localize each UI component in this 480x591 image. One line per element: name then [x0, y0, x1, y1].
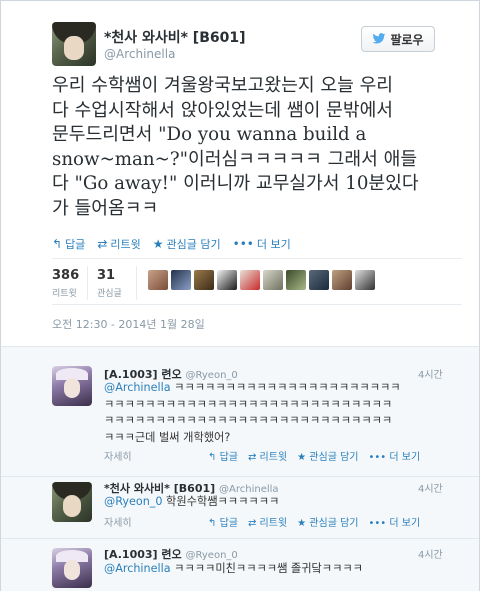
favoriter-avatar[interactable] [332, 270, 352, 290]
reply-text-line: ㅋㅋㅋㅋㅋㅋㅋㅋㅋㅋㅋㅋㅋㅋㅋㅋㅋㅋㅋㅋㅋㅋ [170, 381, 401, 394]
star-icon: ★ [152, 237, 164, 251]
retweet-count[interactable]: 386 [52, 268, 79, 283]
favorite-count[interactable]: 31 [97, 268, 115, 283]
more-action[interactable]: ••• 더 보기 [233, 236, 291, 252]
favorite-label: 관심글 담기 [309, 518, 359, 529]
reply-avatar[interactable] [52, 482, 92, 522]
more-action[interactable]: ••• 더 보기 [368, 514, 420, 529]
favorite-action[interactable]: ★ 관심글 담기 [153, 236, 221, 252]
mention-link[interactable]: @Ryeon_0 [104, 495, 163, 508]
favorite-action[interactable]: ★ 관심글 담기 [297, 448, 358, 463]
retweet-icon: ⇄ [247, 452, 260, 463]
favoriter-avatar[interactable] [355, 270, 375, 290]
reply-author[interactable]: [A.1003] 련오 @Ryeon_0 [104, 546, 238, 562]
reply-time[interactable]: 4시간 [418, 546, 443, 561]
reply-details-link[interactable]: 자세히 [104, 448, 132, 463]
star-icon: ★ [297, 452, 310, 463]
tweet-text: 우리 수학쌤이 겨울왕국보고왔는지 오늘 우리 다 수업시작해서 앉아있었는데 … [52, 74, 468, 221]
follow-button[interactable]: 팔로우 [361, 26, 435, 52]
reply-arrow-icon: ↰ [208, 452, 220, 463]
author-name[interactable]: *천사 와사비* [B601] [104, 27, 245, 47]
reply-author-handle: @Ryeon_0 [185, 550, 238, 561]
tweet-text-line: 우리 수학쌤이 겨울왕국보고왔는지 오늘 우리 [52, 75, 394, 96]
star-icon: ★ [297, 518, 310, 529]
more-action[interactable]: ••• 더 보기 [368, 448, 420, 463]
reply-text-line: 학원수학쌤ㅋㅋㅋㅋㅋㅋ [162, 495, 280, 508]
retweet-icon: ⇄ [247, 518, 260, 529]
favorite-action[interactable]: ★ 관심글 담기 [297, 514, 358, 529]
retweet-count-label: 리트윗 [52, 289, 77, 299]
divider [52, 258, 462, 259]
reply-text: @Archinella ㅋㅋㅋㅋㅋㅋㅋㅋㅋㅋㅋㅋㅋㅋㅋㅋㅋㅋㅋㅋㅋㅋ ㅋㅋㅋㅋㅋ… [104, 380, 466, 446]
reply-text-line: ㅋㅋㅋㅋㅋㅋㅋㅋㅋㅋㅋㅋㅋㅋㅋㅋㅋㅋㅋㅋㅋㅋㅋㅋㅋㅋㅋㅋ [104, 414, 393, 427]
reply-label: 답글 [219, 452, 238, 463]
reply-time[interactable]: 4시간 [418, 366, 443, 381]
author-handle[interactable]: @Archinella [104, 47, 175, 61]
reply-actions: ↰ 답글 ⇄ 리트윗 ★ 관심글 담기 ••• 더 보기 [208, 514, 420, 529]
reply-text-line: ㅋㅋㅋㅋ미친ㅋㅋㅋㅋ쌤 졸귀닼ㅋㅋㅋㅋ [170, 562, 363, 575]
reply-action[interactable]: ↰ 답글 [52, 236, 85, 252]
reply-text-line: ㅋㅋㅋㅋㅋㅋㅋㅋㅋㅋㅋㅋㅋㅋㅋㅋㅋㅋㅋㅋㅋㅋㅋㅋㅋㅋㅋㅋ [104, 397, 393, 411]
favorite-count-label: 관심글 [97, 289, 122, 299]
favoriter-avatar[interactable] [148, 270, 168, 290]
retweet-label: 리트윗 [259, 518, 288, 529]
reply-text-line: ㅋㅋㅋ근데 벌써 개학했어? [104, 430, 231, 444]
tweet-actions: ↰ 답글 ⇄ 리트윗 ★ 관심글 담기 ••• 더 보기 [52, 236, 291, 252]
reply-action[interactable]: ↰ 답글 [208, 514, 238, 529]
divider [136, 266, 137, 300]
retweet-label: 리트윗 [110, 238, 141, 251]
ellipsis-icon: ••• [368, 452, 390, 463]
more-label: 더 보기 [256, 238, 291, 251]
reply-author-name: [A.1003] 련오 [104, 548, 182, 561]
favoriter-avatar[interactable] [309, 270, 329, 290]
tweet-timestamp[interactable]: 오전 12:30 - 2014년 1월 28일 [52, 316, 205, 332]
retweet-action[interactable]: ⇄ 리트윗 [248, 448, 287, 463]
tweet-text-line: 문두드리면서 "Do you wanna build a [52, 124, 367, 145]
favoriter-avatar[interactable] [194, 270, 214, 290]
tweet-text-line: 다 "Go away!" 이러니까 교무실가서 10분있다 [52, 173, 419, 194]
reply-label: 답글 [219, 518, 238, 529]
reply-action[interactable]: ↰ 답글 [208, 448, 238, 463]
favoriter-avatar[interactable] [263, 270, 283, 290]
ellipsis-icon: ••• [368, 518, 390, 529]
reply-avatar[interactable] [52, 548, 92, 588]
divider [52, 304, 462, 305]
retweet-icon: ⇄ [97, 237, 108, 251]
reply-time[interactable]: 4시간 [418, 480, 443, 495]
tweet-text-line: 가 들어옴ㅋㅋ [52, 197, 159, 219]
author-avatar[interactable] [52, 22, 96, 66]
ellipsis-icon: ••• [232, 237, 254, 251]
reply-label: 답글 [65, 238, 86, 251]
favoriter-avatar[interactable] [240, 270, 260, 290]
reply-details-link[interactable]: 자세히 [104, 514, 132, 529]
reply-avatar[interactable] [52, 366, 92, 406]
retweet-action[interactable]: ⇄ 리트윗 [97, 236, 140, 252]
reply-arrow-icon: ↰ [208, 518, 220, 529]
favoriter-avatar[interactable] [171, 270, 191, 290]
favoriter-avatar[interactable] [217, 270, 237, 290]
favorite-label: 관심글 담기 [166, 238, 221, 251]
favorite-label: 관심글 담기 [309, 452, 359, 463]
tweet-text-line: 다 수업시작해서 앉아있었는데 쌤이 문밖에서 [52, 99, 394, 121]
follow-label: 팔로우 [390, 32, 424, 47]
more-label: 더 보기 [389, 518, 421, 529]
reply-arrow-icon: ↰ [52, 237, 63, 251]
retweet-action[interactable]: ⇄ 리트윗 [248, 514, 287, 529]
favoriter-avatar[interactable] [286, 270, 306, 290]
retweet-label: 리트윗 [259, 452, 288, 463]
reply-text: @Archinella ㅋㅋㅋㅋ미친ㅋㅋㅋㅋ쌤 졸귀닼ㅋㅋㅋㅋ [104, 561, 466, 578]
reply-actions: ↰ 답글 ⇄ 리트윗 ★ 관심글 담기 ••• 더 보기 [208, 448, 420, 463]
reply-text: @Ryeon_0 학원수학쌤ㅋㅋㅋㅋㅋㅋ [104, 494, 466, 511]
mention-link[interactable]: @Archinella [104, 381, 171, 394]
tweet-text-line: snow~man~?"이러심ㅋㅋㅋㅋㅋ 그래서 애들 [52, 148, 418, 170]
favoriters-avatars [148, 270, 375, 290]
more-label: 더 보기 [389, 452, 421, 463]
divider [87, 266, 88, 300]
twitter-bird-icon [373, 33, 386, 44]
mention-link[interactable]: @Archinella [104, 562, 171, 575]
